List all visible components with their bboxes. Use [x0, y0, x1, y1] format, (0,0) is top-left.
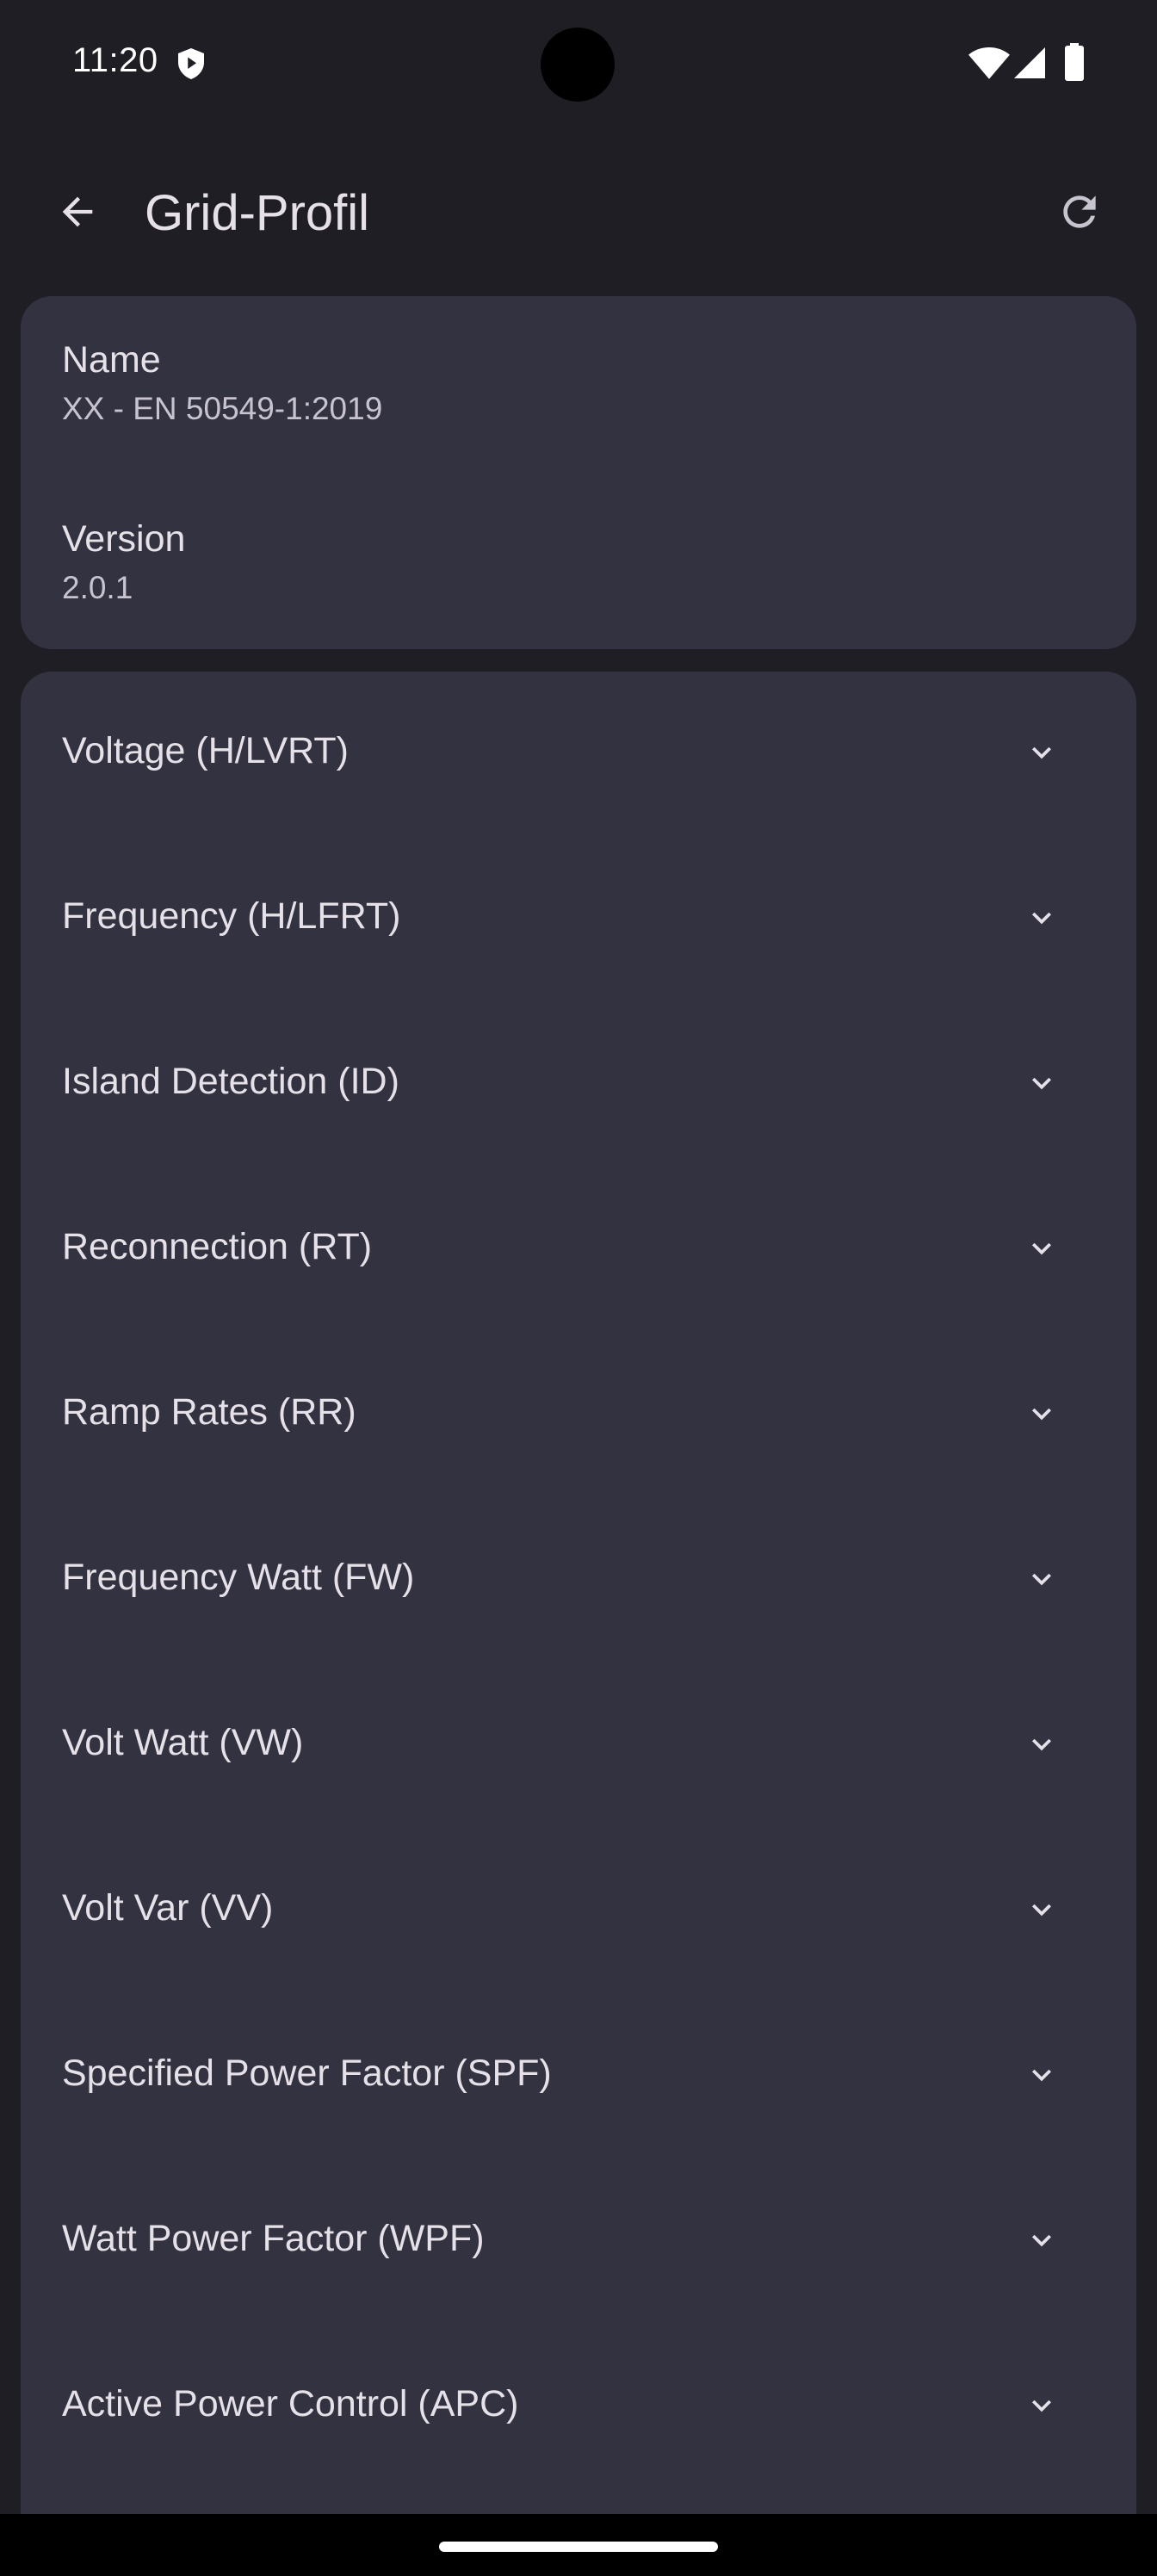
chevron-down-icon: [1032, 2234, 1051, 2247]
section-frequency[interactable]: Frequency (H/LFRT): [21, 837, 1136, 1002]
camera-cutout: [541, 28, 615, 102]
section-label: Active Power Control (APC): [62, 2383, 519, 2424]
version-value: 2.0.1: [62, 570, 133, 605]
section-volt-var[interactable]: Volt Var (VV): [21, 1829, 1136, 1994]
chevron-down-icon: [1032, 1077, 1051, 1090]
profile-info-card: Name XX - EN 50549-1:2019 Version 2.0.1: [21, 296, 1136, 649]
system-nav-bar: [0, 2514, 1157, 2576]
chevron-down-icon: [1032, 746, 1051, 759]
section-ramp-rates[interactable]: Ramp Rates (RR): [21, 1333, 1136, 1498]
app-bar: Grid-Profil: [0, 155, 1157, 269]
status-time: 11:20: [72, 41, 158, 79]
name-value: XX - EN 50549-1:2019: [62, 391, 383, 426]
section-frequency-watt[interactable]: Frequency Watt (FW): [21, 1498, 1136, 1663]
wifi-icon: [968, 47, 1010, 79]
version-row: Version 2.0.1: [62, 517, 185, 610]
chevron-down-icon: [1032, 1904, 1051, 1917]
section-label: Volt Var (VV): [62, 1887, 274, 1929]
section-island-detection[interactable]: Island Detection (ID): [21, 1002, 1136, 1167]
back-button[interactable]: [43, 177, 112, 246]
gesture-handle[interactable]: [439, 2542, 718, 2552]
section-label: Watt Power Factor (WPF): [62, 2218, 485, 2259]
chevron-down-icon: [1032, 2400, 1051, 2412]
cell-signal-icon: [1014, 47, 1045, 78]
version-label: Version: [62, 518, 186, 560]
status-bar: 11:20: [0, 0, 1157, 129]
chevron-down-icon: [1032, 1738, 1051, 1751]
section-watt-power-factor[interactable]: Watt Power Factor (WPF): [21, 2159, 1136, 2325]
section-label: Frequency Watt (FW): [62, 1557, 415, 1598]
refresh-button[interactable]: [1045, 177, 1114, 246]
section-label: Specified Power Factor (SPF): [62, 2053, 552, 2094]
name-row: Name XX - EN 50549-1:2019: [62, 337, 382, 430]
chevron-down-icon: [1032, 1408, 1051, 1421]
section-volt-watt[interactable]: Volt Watt (VW): [21, 1663, 1136, 1829]
sections-list: Voltage (H/LVRT) Frequency (H/LFRT) Isla…: [21, 672, 1136, 2514]
page-title: Grid-Profil: [145, 185, 370, 241]
chevron-down-icon: [1032, 1242, 1051, 1255]
name-label: Name: [62, 339, 161, 381]
chevron-down-icon: [1032, 912, 1051, 925]
chevron-down-icon: [1032, 2069, 1051, 2082]
arrow-back-icon: [62, 196, 93, 227]
section-label: Voltage (H/LVRT): [62, 730, 349, 771]
section-label: Reconnection (RT): [62, 1226, 373, 1267]
section-label: Ramp Rates (RR): [62, 1391, 356, 1433]
section-voltage[interactable]: Voltage (H/LVRT): [21, 672, 1136, 837]
section-reconnection[interactable]: Reconnection (RT): [21, 1167, 1136, 1333]
section-label: Island Detection (ID): [62, 1061, 399, 1102]
section-specified-power-factor[interactable]: Specified Power Factor (SPF): [21, 1994, 1136, 2159]
section-label: Frequency (H/LFRT): [62, 895, 401, 937]
chevron-down-icon: [1032, 1573, 1051, 1586]
battery-icon: [1065, 43, 1084, 81]
refresh-icon: [1063, 195, 1096, 228]
section-label: Volt Watt (VW): [62, 1722, 304, 1763]
shield-icon: [178, 48, 204, 79]
section-active-power-control[interactable]: Active Power Control (APC): [21, 2325, 1136, 2490]
